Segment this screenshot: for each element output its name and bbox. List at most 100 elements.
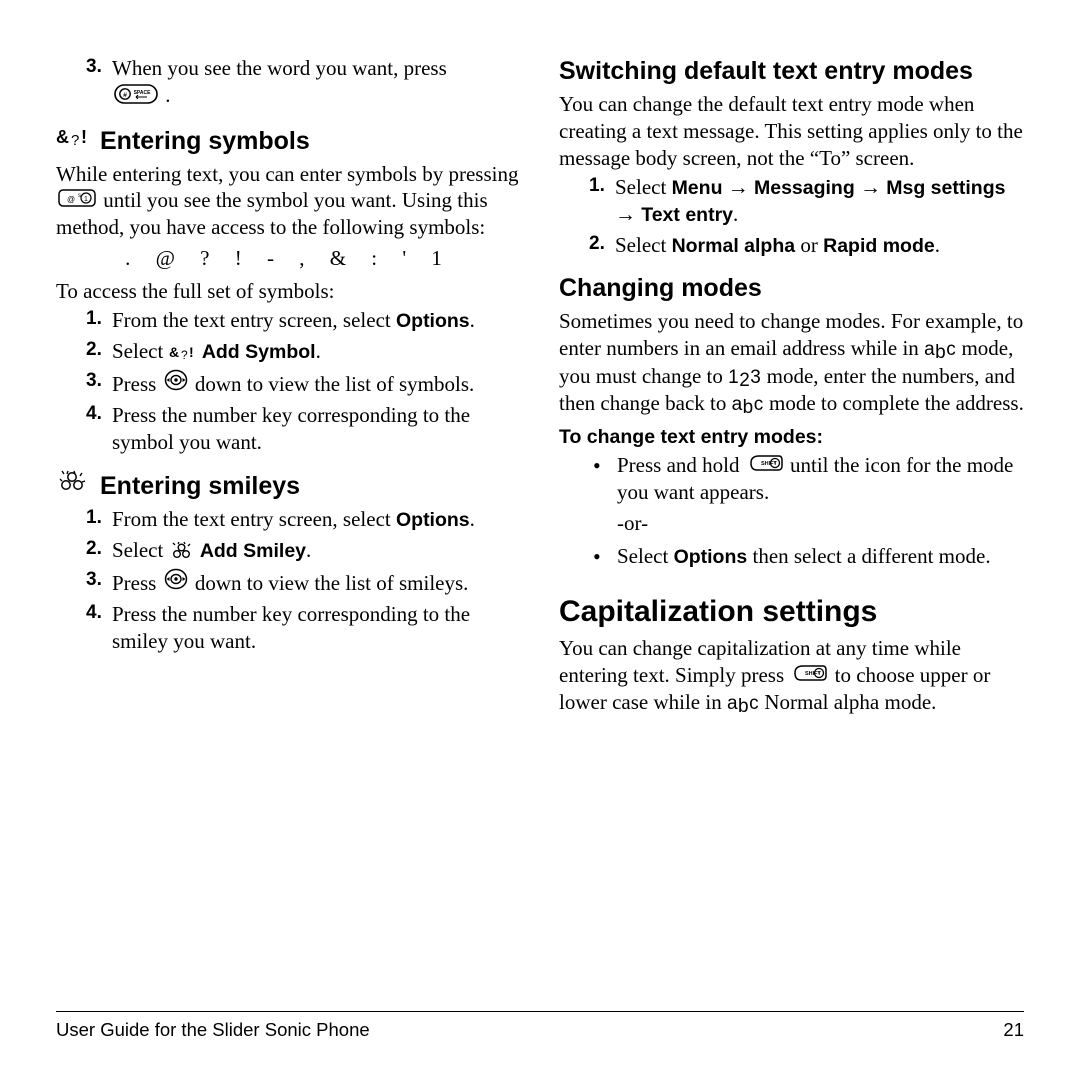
step-number: 2. [589,232,615,259]
step-body: Press the number key corresponding to th… [112,601,521,655]
step-text: When you see the word you want, press [112,56,447,80]
footer-title: User Guide for the Slider Sonic Phone [56,1018,370,1042]
step-suffix: . [165,83,170,107]
svg-text:SPACE: SPACE [134,90,152,96]
text: From the text entry screen, select [112,308,396,332]
changing-modes-body: Sometimes you need to change modes. For … [559,308,1024,417]
options-label: Options [396,509,470,531]
svg-text:*: * [818,671,821,678]
text: . [733,202,738,226]
arrow: → [615,202,641,226]
left-column: 3. When you see the word you want, press… [56,55,521,718]
menu-label: Menu [672,177,723,199]
svg-text:?: ? [181,348,188,361]
text: From the text entry screen, select [112,507,396,531]
step-item: 1. Select Menu → Messaging → Msg setting… [559,174,1024,228]
step-number: 2. [86,338,112,365]
svg-text:&: & [169,344,179,360]
entering-symbols-heading: & ? ! Entering symbols [56,125,521,157]
capitalization-body: You can change capitalization at any tim… [559,635,1024,716]
step-item: 2. Select & ? ! Add Symbol. [56,338,521,365]
text: down to view the list of symbols. [195,372,474,396]
nav-ring-icon [164,369,188,398]
arrow: → [855,175,887,199]
text: Press [112,372,162,396]
text-entry-label: Text entry [641,204,733,226]
switching-intro: You can change the default text entry mo… [559,91,1024,172]
bullet-dot-icon: • [593,543,617,571]
symbols-sample-row: . @ ? ! - , & : ' 1 [56,245,521,272]
bullet-body: Select Options then select a different m… [617,543,991,571]
text: Select [112,538,169,562]
bullet-dot-icon: • [593,452,617,506]
text: Select [112,339,169,363]
symbols-glyph-icon: & ? ! [169,339,202,363]
step-item: 3. When you see the word you want, press… [56,55,521,111]
step-item: 1. From the text entry screen, select Op… [56,506,521,533]
abc-mode-icon: abc [727,693,759,717]
text: Normal alpha mode. [759,690,936,714]
page-number: 21 [1003,1018,1024,1042]
step-body: From the text entry screen, select Optio… [112,307,521,334]
step-item: 2. Select Add Smiley. [56,537,521,564]
shift-key-icon: SHIFT * [791,662,827,689]
options-label: Options [396,310,470,332]
changing-modes-heading: Changing modes [559,272,1024,304]
two-column-layout: 3. When you see the word you want, press… [56,55,1024,718]
text: Press and hold [617,453,745,477]
entering-smileys-heading: Entering smileys [56,469,521,502]
smileys-glyph-icon [169,538,200,562]
svg-text:!: ! [81,127,88,147]
arrow: → [722,175,754,199]
123-mode-icon: 123 [728,367,761,391]
text: until you see the symbol you want. Using… [56,188,488,239]
normal-alpha-label: Normal alpha [672,235,796,257]
one-key-icon: @ s 1 [58,187,96,214]
step-item: 4. Press the number key corresponding to… [56,601,521,655]
symbols-access-text: To access the full set of symbols: [56,278,521,305]
step-body: From the text entry screen, select Optio… [112,506,521,533]
smileys-glyph-icon [56,469,90,502]
bullet-item: • Select Options then select a different… [559,543,1024,571]
step-item: 3. Press down to view the list of smiley… [56,568,521,597]
page-footer: User Guide for the Slider Sonic Phone 21 [56,1011,1024,1042]
text: . [935,233,940,257]
step-body: Press down to view the list of smileys. [112,568,521,597]
step-number: 3. [86,568,112,597]
step-body: Press down to view the list of symbols. [112,369,521,398]
text: Select [615,233,672,257]
text: then select a different mode. [747,544,990,568]
bullet-body: Press and hold SHIFT * until the icon fo… [617,452,1024,506]
step-body: Press the number key corresponding to th… [112,402,521,456]
step-body: When you see the word you want, press # … [112,55,521,111]
step-body: Select Add Smiley. [112,537,521,564]
step-number: 1. [589,174,615,228]
capitalization-heading: Capitalization settings [559,593,1024,631]
svg-text:!: ! [189,344,194,360]
options-label: Options [674,546,748,568]
nav-ring-icon [164,568,188,597]
text: . [470,308,475,332]
or-separator: -or- [559,510,1024,537]
text: . [470,507,475,531]
space-key-icon: # SPACE [114,84,158,111]
step-number: 4. [86,402,112,456]
step-number: 3. [86,369,112,398]
switching-heading: Switching default text entry modes [559,55,1024,87]
step-body: Select & ? ! Add Symbol. [112,338,521,365]
text: Select [615,175,672,199]
text: . [316,339,321,363]
bullet-item: • Press and hold SHIFT * until the icon … [559,452,1024,506]
step-item: 3. Press down to view the list of symbol… [56,369,521,398]
step-body: Select Normal alpha or Rapid mode. [615,232,1024,259]
step-number: 3. [86,55,112,111]
right-column: Switching default text entry modes You c… [559,55,1024,718]
svg-text:@: @ [67,195,75,204]
svg-text:*: * [773,461,776,468]
text: or [795,233,823,257]
text: . [306,538,311,562]
rapid-mode-label: Rapid mode [823,235,935,257]
text: down to view the list of smileys. [195,571,469,595]
step-item: 1. From the text entry screen, select Op… [56,307,521,334]
abc-mode-icon: abc [732,394,764,418]
